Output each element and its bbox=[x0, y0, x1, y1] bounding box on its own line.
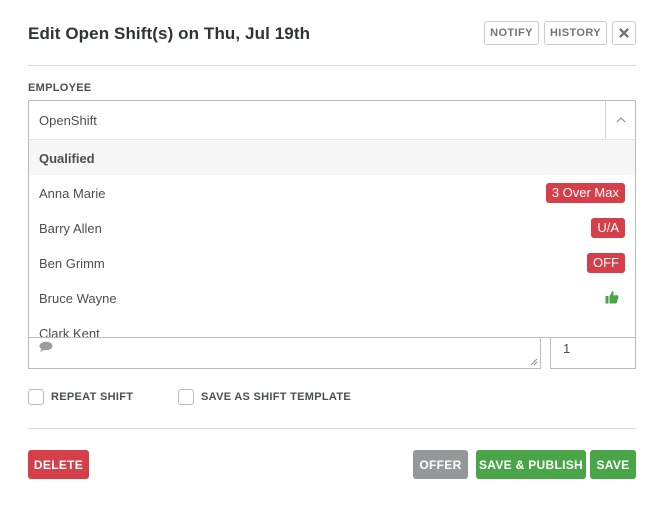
save-button[interactable]: SAVE bbox=[590, 450, 636, 479]
notify-button[interactable]: NOTIFY bbox=[484, 21, 539, 45]
comment-icon bbox=[39, 341, 53, 352]
close-icon bbox=[619, 28, 629, 38]
repeat-shift-checkbox[interactable] bbox=[28, 389, 44, 405]
chevron-up-icon bbox=[616, 117, 625, 123]
offer-button[interactable]: OFFER bbox=[413, 450, 468, 479]
status-badge: U/A bbox=[591, 218, 625, 238]
employee-dropdown: Qualified Anna Marie 3 Over Max Barry Al… bbox=[28, 139, 636, 338]
header-divider bbox=[28, 65, 636, 66]
close-button[interactable] bbox=[612, 21, 636, 45]
option-name: Anna Marie bbox=[39, 186, 106, 201]
dropdown-option-barry-allen[interactable]: Barry Allen U/A bbox=[29, 210, 635, 245]
employee-label: EMPLOYEE bbox=[28, 82, 92, 94]
quantity-value: 1 bbox=[563, 341, 571, 356]
thumbs-up-icon bbox=[605, 291, 619, 304]
shift-notes-textarea[interactable] bbox=[28, 338, 541, 369]
save-template-label[interactable]: SAVE AS SHIFT TEMPLATE bbox=[201, 391, 351, 403]
status-badge: 3 Over Max bbox=[545, 183, 625, 203]
select-toggle[interactable] bbox=[605, 101, 635, 139]
save-publish-button[interactable]: SAVE & PUBLISH bbox=[476, 450, 586, 479]
footer-divider bbox=[28, 428, 636, 429]
dropdown-option-clark-kent[interactable]: Clark Kent bbox=[29, 315, 635, 338]
option-name: Clark Kent bbox=[39, 326, 100, 338]
dropdown-option-anna-marie[interactable]: Anna Marie 3 Over Max bbox=[29, 175, 635, 210]
option-name: Bruce Wayne bbox=[39, 291, 117, 306]
repeat-shift-label[interactable]: REPEAT SHIFT bbox=[51, 391, 133, 403]
history-button[interactable]: HISTORY bbox=[544, 21, 607, 45]
resize-handle-icon[interactable] bbox=[530, 358, 538, 366]
employee-select-value: OpenShift bbox=[39, 113, 97, 128]
dropdown-option-bruce-wayne[interactable]: Bruce Wayne bbox=[29, 280, 635, 315]
option-name: Ben Grimm bbox=[39, 256, 105, 271]
save-template-checkbox[interactable] bbox=[178, 389, 194, 405]
status-badge: OFF bbox=[587, 253, 625, 273]
quantity-input[interactable]: 1 bbox=[550, 338, 636, 369]
dropdown-group-qualified: Qualified bbox=[29, 140, 635, 175]
delete-button[interactable]: DELETE bbox=[28, 450, 89, 479]
employee-select[interactable]: OpenShift bbox=[28, 100, 636, 140]
dropdown-option-ben-grimm[interactable]: Ben Grimm OFF bbox=[29, 245, 635, 280]
option-name: Barry Allen bbox=[39, 221, 102, 236]
modal-title: Edit Open Shift(s) on Thu, Jul 19th bbox=[28, 24, 311, 43]
